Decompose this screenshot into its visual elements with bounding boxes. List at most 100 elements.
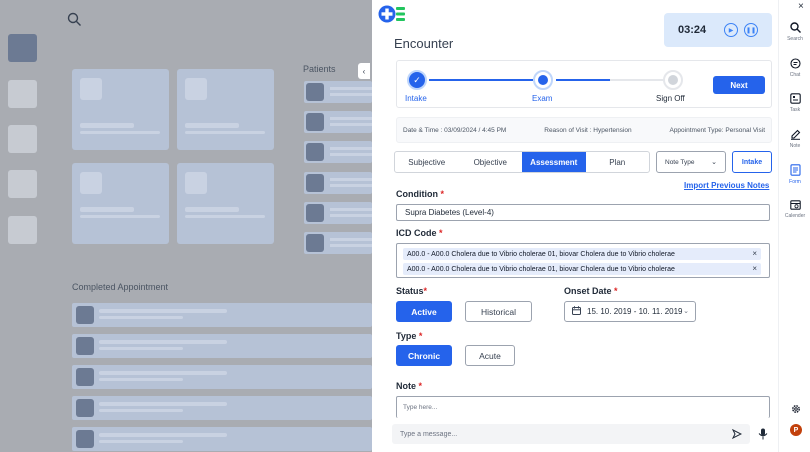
rail-item-calendar[interactable]: Calender [779, 199, 810, 219]
onset-date-value: 15. 10. 2019 - 10. 11. 2019 [587, 307, 683, 316]
status-active-button[interactable]: Active [396, 301, 452, 322]
icd-code-label: ICD Code * [396, 228, 443, 238]
appointment-row[interactable] [72, 303, 372, 327]
send-icon[interactable] [731, 428, 743, 441]
dashboard-card [72, 163, 169, 244]
note-type-select[interactable]: Note Type ⌄ [656, 151, 726, 173]
rail-label: Task [789, 107, 801, 113]
stepper-line [610, 79, 664, 81]
rail-label: Form [789, 179, 801, 185]
avatar[interactable]: P [790, 424, 802, 436]
note-textarea[interactable]: Type here... [396, 396, 770, 418]
timer-value: 03:24 [678, 24, 707, 36]
icd-code-field[interactable]: A00.0 - A00.0 Cholera due to Vibrio chol… [396, 243, 770, 278]
patient-row[interactable] [304, 202, 372, 224]
icd-chip-text: A00.0 - A00.0 Cholera due to Vibrio chol… [407, 265, 675, 273]
appointment-type: Appointment Type: Personal Visit [669, 126, 765, 134]
nav-item[interactable] [8, 80, 37, 108]
patient-row[interactable] [304, 141, 372, 163]
type-acute-button[interactable]: Acute [465, 345, 515, 366]
calendar-icon [789, 199, 801, 212]
right-icon-rail: × Search Chat Task Note Form Calender P [778, 0, 810, 452]
status-label: Status* [396, 286, 428, 296]
rail-item-search[interactable]: Search [779, 22, 810, 42]
chat-icon [789, 58, 801, 71]
rail-item-chat[interactable]: Chat [779, 58, 810, 78]
play-icon[interactable]: ▶ [724, 23, 738, 37]
note-icon [790, 129, 801, 142]
icd-chip-text: A00.0 - A00.0 Cholera due to Vibrio chol… [407, 250, 675, 258]
appointment-row[interactable] [72, 365, 372, 389]
encounter-panel: ‹ 03:24 ▶ ❚❚ Encounter ✓ Intake Exam Sig… [358, 0, 778, 452]
tab-assessment[interactable]: Assessment [522, 152, 586, 172]
stepper-line [429, 79, 533, 81]
step-label-intake: Intake [405, 94, 427, 103]
tab-objective[interactable]: Objective [459, 152, 523, 172]
appointment-row[interactable] [72, 427, 372, 451]
condition-field[interactable]: Supra Diabetes (Level-4) [396, 204, 770, 221]
type-label: Type * [396, 331, 423, 341]
patient-row[interactable] [304, 172, 372, 194]
import-previous-notes-link[interactable]: Import Previous Notes [684, 181, 769, 190]
rail-item-form[interactable]: Form [779, 164, 810, 185]
icd-chip: A00.0 - A00.0 Cholera due to Vibrio chol… [403, 248, 761, 260]
stepper-line [556, 79, 610, 81]
step-label-exam: Exam [532, 94, 553, 103]
note-type-label: Note Type [665, 158, 695, 166]
type-chronic-button[interactable]: Chronic [396, 345, 452, 366]
rail-label: Chat [789, 72, 801, 78]
visit-info-bar: Date & Time : 03/09/2024 / 4:45 PM Reaso… [396, 117, 772, 143]
app-logo [378, 4, 406, 24]
note-label: Note * [396, 381, 423, 391]
rail-label: Calender [784, 213, 806, 219]
chevron-down-icon: ⌄ [683, 308, 689, 315]
pause-icon[interactable]: ❚❚ [744, 23, 758, 37]
visit-datetime: Date & Time : 03/09/2024 / 4:45 PM [403, 126, 507, 134]
patient-row[interactable] [304, 81, 372, 103]
nav-item[interactable] [8, 216, 37, 244]
next-button[interactable]: Next [713, 76, 765, 94]
icd-chip: A00.0 - A00.0 Cholera due to Vibrio chol… [403, 263, 761, 275]
note-placeholder: Type here... [403, 404, 438, 411]
patient-row[interactable] [304, 111, 372, 133]
note-tabs: Subjective Objective Assessment Plan [394, 151, 650, 173]
rail-label: Note [789, 143, 801, 149]
check-icon: ✓ [413, 74, 421, 85]
dashboard-card [177, 163, 274, 244]
rail-item-task[interactable]: Task [779, 93, 810, 113]
tab-plan[interactable]: Plan [586, 152, 650, 172]
patients-heading: Patients [303, 64, 336, 74]
search-icon[interactable] [67, 12, 82, 29]
message-input[interactable]: Type a message... [392, 424, 750, 444]
microphone-icon[interactable] [758, 428, 768, 442]
dashboard-card [177, 69, 274, 150]
status-historical-button[interactable]: Historical [465, 301, 532, 322]
condition-label: Condition * [396, 189, 445, 199]
task-icon [789, 93, 801, 106]
close-icon[interactable]: × [752, 264, 757, 273]
nav-item[interactable] [8, 125, 37, 153]
nav-item[interactable] [8, 170, 37, 198]
step-exam[interactable] [533, 70, 553, 90]
dashboard-card [72, 69, 169, 150]
step-sign-off[interactable] [663, 70, 683, 90]
chevron-down-icon: ⌄ [711, 159, 717, 166]
message-placeholder: Type a message... [400, 430, 458, 438]
gear-icon[interactable] [791, 404, 801, 416]
patient-row[interactable] [304, 232, 372, 254]
avatar-initial: P [793, 426, 799, 434]
appointment-row[interactable] [72, 334, 372, 358]
close-icon[interactable]: × [752, 249, 757, 258]
onset-date-picker[interactable]: 15. 10. 2019 - 10. 11. 2019 ⌄ [564, 301, 696, 322]
step-intake[interactable]: ✓ [407, 70, 427, 90]
rail-item-note[interactable]: Note [779, 129, 810, 149]
intake-button[interactable]: Intake [732, 151, 772, 173]
tab-subjective[interactable]: Subjective [395, 152, 459, 172]
form-icon [789, 164, 801, 178]
nav-item[interactable] [8, 34, 37, 62]
appointment-row[interactable] [72, 396, 372, 420]
visit-reason: Reason of Visit : Hypertension [544, 126, 632, 134]
background-overlay: Patients Completed Appointment [0, 0, 372, 452]
close-icon[interactable]: × [798, 1, 804, 12]
collapse-panel-button[interactable]: ‹ [358, 63, 370, 79]
